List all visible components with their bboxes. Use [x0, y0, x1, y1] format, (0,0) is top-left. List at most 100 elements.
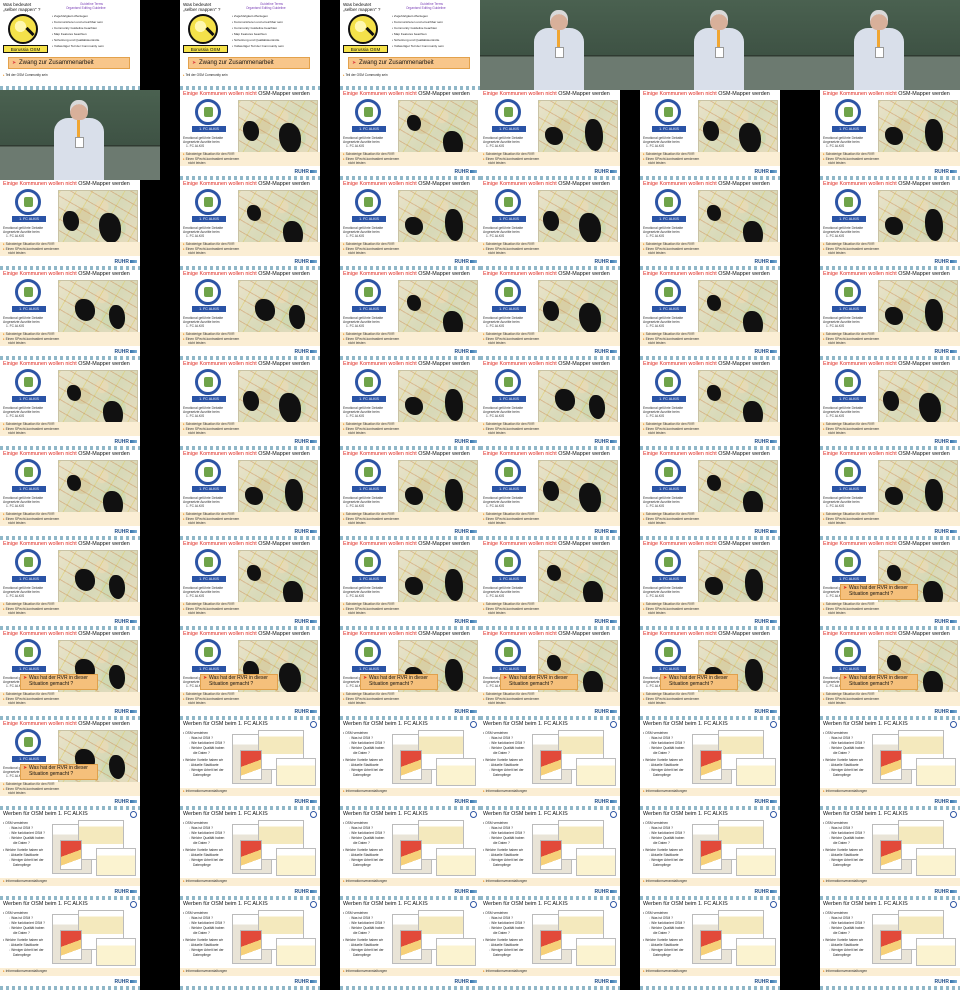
slide-title: Einige Kommunen wollen nicht OSM-Mapper …	[483, 91, 610, 97]
map-screenshot	[400, 930, 422, 960]
municipality-shape	[243, 121, 259, 141]
video-frame: Werben für OSM beim 1. FC ALKIS OSM vers…	[640, 900, 780, 990]
ruhr-logo: RUHR	[295, 619, 317, 625]
orange-bullet-item: nicht leisten	[188, 251, 206, 255]
video-frame: Werben für OSM beim 1. FC ALKIS OSM vers…	[180, 810, 320, 900]
video-frame: Einige Kommunen wollen nicht OSM-Mapper …	[0, 630, 140, 720]
slide-title: Einige Kommunen wollen nicht OSM-Mapper …	[183, 271, 310, 277]
title-red-part: Einige Kommunen wollen nicht	[183, 631, 257, 637]
orange-bullet-item: nicht leisten	[348, 431, 366, 435]
ruhr-logo-text: RUHR	[754, 439, 769, 445]
bullet-item: 1. FC ALKIS	[6, 234, 25, 238]
slide-title: Einige Kommunen wollen nicht OSM-Mapper …	[823, 361, 950, 367]
slide-kommunen: Einige Kommunen wollen nicht OSM-Mapper …	[640, 270, 780, 360]
logo-circle-icon	[610, 721, 617, 728]
bullet-item: Datenpflege	[353, 863, 371, 867]
ruhr-logo: RUHR	[935, 799, 957, 805]
title-red-part: Einige Kommunen wollen nicht	[643, 361, 717, 367]
slide-title: Werben für OSM beim 1. FC ALKIS	[343, 811, 428, 817]
video-frame: Einige Kommunen wollen nicht OSM-Mapper …	[0, 540, 140, 630]
logo-circle-icon	[950, 901, 957, 908]
logo-circle-icon	[950, 721, 957, 728]
speaker-photo	[800, 0, 960, 90]
bullet-item: 1. FC ALKIS	[186, 234, 205, 238]
ruhr-logo: RUHR	[115, 889, 137, 895]
title-black-part: OSM-Mapper werden	[558, 91, 610, 97]
title-red-part: Einige Kommunen wollen nicht	[823, 541, 897, 547]
fc-alkis-label: 1. FC ALKIS	[832, 306, 866, 312]
slide-kommunen: Einige Kommunen wollen nicht OSM-Mapper …	[0, 720, 140, 810]
document-screenshot	[736, 848, 776, 876]
ruhr-logo-text: RUHR	[294, 439, 309, 445]
fc-alkis-logo-icon	[835, 549, 861, 575]
map-screenshot	[240, 930, 262, 960]
ruhr-logo: RUHR	[935, 619, 957, 625]
video-frame: Werben für OSM beim 1. FC ALKIS OSM vers…	[820, 900, 960, 990]
title-black-part: OSM-Mapper werden	[78, 271, 130, 277]
callout-box: Was hat der RVR in dieser Situation gema…	[20, 764, 98, 780]
ruhr-logo-text: RUHR	[294, 979, 309, 985]
logo-circle-icon	[770, 811, 777, 818]
slide-title: Was bedeutet „selber mappen" ?	[3, 2, 40, 12]
bullet-item: 1. FC ALKIS	[346, 504, 365, 508]
orange-bullet-item: nicht leisten	[188, 341, 206, 345]
slide-title: Einige Kommunen wollen nicht OSM-Mapper …	[643, 361, 770, 367]
ruhr-logo: RUHR	[755, 889, 777, 895]
bullet-item: Datenpflege	[653, 953, 671, 957]
title-red-part: Einige Kommunen wollen nicht	[343, 631, 417, 637]
footer-stripe	[820, 986, 960, 990]
bullet-item: Community Guideline beachten	[52, 26, 97, 30]
lanyard	[77, 120, 80, 138]
fc-alkis-label: 1. FC ALKIS	[492, 486, 526, 492]
video-frame: Einige Kommunen wollen nicht OSM-Mapper …	[180, 180, 320, 270]
ruhr-logo: RUHR	[455, 979, 477, 985]
fc-alkis-label: 1. FC ALKIS	[832, 666, 866, 672]
fc-alkis-logo-icon	[835, 279, 861, 305]
title-red-part: Einige Kommunen wollen nicht	[483, 271, 557, 277]
fc-alkis-label: 1. FC ALKIS	[492, 576, 526, 582]
slide-title: Werben für OSM beim 1. FC ALKIS	[643, 811, 728, 817]
slide-werben: Werben für OSM beim 1. FC ALKIS OSM vers…	[480, 720, 620, 810]
map-screenshot	[880, 840, 902, 870]
fc-alkis-logo-icon	[655, 549, 681, 575]
municipality-shape	[585, 119, 603, 151]
municipality-shape	[255, 299, 275, 321]
fc-alkis-label: 1. FC ALKIS	[12, 666, 46, 672]
ruhr-logo: RUHR	[935, 889, 957, 895]
bullet-item: Datenpflege	[193, 953, 211, 957]
video-frame: Einige Kommunen wollen nicht OSM-Mapper …	[640, 180, 780, 270]
fc-alkis-logo-icon	[355, 639, 381, 665]
slide-osm-intro: Was bedeutet „selber mappen" ? Guideline…	[0, 0, 140, 90]
bullet-item: 1. FC ALKIS	[486, 324, 505, 328]
slide-werben: Werben für OSM beim 1. FC ALKIS OSM vers…	[820, 720, 960, 810]
ruhr-logo-text: RUHR	[594, 169, 609, 175]
map-screenshot	[60, 840, 82, 870]
screenshot-collage	[872, 730, 958, 788]
ruhr-logo: RUHR	[935, 169, 957, 175]
title-black-part: OSM-Mapper werden	[558, 271, 610, 277]
slide-werben: Werben für OSM beim 1. FC ALKIS OSM vers…	[640, 720, 780, 810]
slide-title: Einige Kommunen wollen nicht OSM-Mapper …	[823, 91, 950, 97]
footer-stripe	[640, 986, 780, 990]
orange-bullet-item: nicht leisten	[648, 611, 666, 615]
title-black-part: OSM-Mapper werden	[898, 541, 950, 547]
title-red-part: Einige Kommunen wollen nicht	[483, 361, 557, 367]
municipality-shape	[547, 655, 561, 671]
slide-werben: Werben für OSM beim 1. FC ALKIS OSM vers…	[0, 810, 140, 900]
municipality-shape	[547, 565, 561, 581]
ruhr-logo-text: RUHR	[754, 979, 769, 985]
municipality-shape	[247, 565, 261, 581]
speaker-head	[70, 100, 88, 120]
footer-highlight-text: Informationsveranstaltungen	[343, 789, 388, 794]
slide-title: Einige Kommunen wollen nicht OSM-Mapper …	[483, 181, 610, 187]
slide-kommunen: Einige Kommunen wollen nicht OSM-Mapper …	[340, 180, 480, 270]
municipality-shape	[925, 479, 943, 511]
title-black-part: OSM-Mapper werden	[418, 361, 470, 367]
slide-title: Werben für OSM beim 1. FC ALKIS	[483, 721, 568, 727]
slide-werben: Werben für OSM beim 1. FC ALKIS OSM vers…	[640, 810, 780, 900]
ruhr-logo: RUHR	[295, 259, 317, 265]
bullet-item: Zugehörigkeit offenlegen	[52, 14, 88, 18]
title-black-part: OSM-Mapper werden	[718, 91, 770, 97]
slide-title: Einige Kommunen wollen nicht OSM-Mapper …	[183, 181, 310, 187]
bullet-item: 1. FC ALKIS	[186, 324, 205, 328]
